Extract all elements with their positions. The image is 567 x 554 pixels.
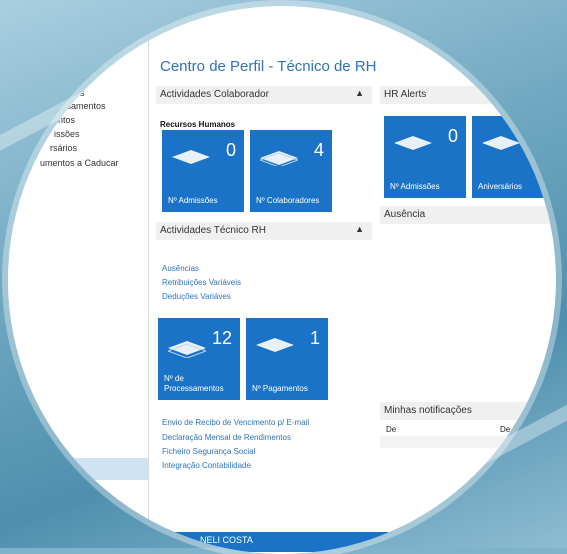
tile-label-line1: Nº de bbox=[164, 374, 184, 383]
nav-item[interactable]: ssamentos bbox=[62, 101, 106, 111]
layer-icon bbox=[172, 150, 210, 164]
link-contabilidade[interactable]: Integração Contabilidade bbox=[162, 461, 251, 470]
column-header-de[interactable]: De bbox=[500, 425, 510, 434]
layers-icon bbox=[260, 151, 298, 166]
section-actividades-tecnico[interactable]: Actividades Técnico RH ▲ bbox=[156, 222, 372, 240]
page-title: Centro de Perfil - Técnico de RH bbox=[160, 58, 377, 75]
tile-label-line2: Processamentos bbox=[164, 384, 224, 393]
table-row bbox=[380, 436, 556, 448]
user-name: NELI COSTA bbox=[200, 535, 253, 545]
nav-item[interactable]: umentos a Caducar bbox=[40, 158, 119, 168]
tile-pagamentos[interactable]: 1 Nº Pagamentos bbox=[246, 318, 328, 400]
subheader: Recursos Humanos bbox=[160, 120, 236, 129]
layer-icon bbox=[394, 136, 432, 150]
tile-alert-aniversarios[interactable]: Aniversários bbox=[472, 116, 554, 198]
section-title: Actividades Técnico RH bbox=[160, 225, 266, 236]
tile-processamentos[interactable]: 12 Nº de Processamentos bbox=[158, 318, 240, 400]
tile-label: Nº de Processamentos bbox=[164, 374, 224, 394]
link-ausencias[interactable]: Ausências bbox=[162, 264, 199, 273]
tile-alert-admissoes[interactable]: 0 Nº Admissões bbox=[384, 116, 466, 198]
section-notificacoes[interactable]: Minhas notificações bbox=[380, 402, 556, 420]
section-title: Minhas notificações bbox=[384, 405, 472, 416]
tile-label: Nº Pagamentos bbox=[252, 384, 308, 393]
tile-value: 12 bbox=[211, 328, 232, 348]
column-header-de[interactable]: De bbox=[386, 425, 396, 434]
tile-label: Nº Admissões bbox=[390, 182, 440, 191]
layer-icon bbox=[482, 136, 520, 150]
section-hr-alerts[interactable]: HR Alerts bbox=[380, 86, 556, 104]
link-envio-recibo[interactable]: Envio de Recibo de Vencimento p/ E-mail bbox=[162, 418, 309, 427]
section-title: HR Alerts bbox=[384, 89, 427, 100]
magnifier-circle: s ssamentos ntos issões rsários umentos … bbox=[8, 6, 556, 554]
stack-icon bbox=[168, 341, 206, 358]
link-declaracao[interactable]: Declaração Mensal de Rendimentos bbox=[162, 433, 291, 442]
section-ausencia[interactable]: Ausência bbox=[380, 206, 556, 224]
link-retribuicoes[interactable]: Retribuições Variáveis bbox=[162, 278, 241, 287]
tile-label: Nº Admissões bbox=[168, 196, 218, 205]
nav-item[interactable]: ntos bbox=[58, 115, 75, 125]
tile-value: 0 bbox=[225, 140, 236, 160]
left-nav: s ssamentos ntos issões rsários umentos … bbox=[8, 6, 149, 548]
tile-label: Nº Colaboradores bbox=[256, 196, 320, 205]
tile-value: 0 bbox=[447, 126, 458, 146]
tile-label: Aniversários bbox=[478, 182, 523, 191]
section-title: Ausência bbox=[384, 209, 426, 220]
tile-value: 4 bbox=[313, 140, 324, 160]
nav-item[interactable]: s bbox=[80, 88, 85, 98]
collapse-icon[interactable]: ▲ bbox=[355, 224, 364, 234]
link-deducoes[interactable]: Deduções Variáves bbox=[162, 292, 231, 301]
nav-item[interactable]: issões bbox=[54, 129, 80, 139]
layer-icon bbox=[256, 338, 294, 352]
link-seguranca-social[interactable]: Ficheiro Segurança Social bbox=[162, 447, 255, 456]
section-actividades-colaborador[interactable]: Actividades Colaborador ▲ bbox=[156, 86, 372, 104]
tile-colaboradores[interactable]: 4 Nº Colaboradores bbox=[250, 130, 332, 212]
tile-admissoes[interactable]: 0 Nº Admissões bbox=[162, 130, 244, 212]
bottom-user-bar: NELI COSTA bbox=[160, 532, 390, 552]
section-title: Actividades Colaborador bbox=[160, 89, 269, 100]
tile-value: 1 bbox=[309, 328, 320, 348]
collapse-icon[interactable]: ▲ bbox=[355, 88, 364, 98]
nav-item[interactable]: rsários bbox=[50, 143, 77, 153]
nav-selected-row[interactable] bbox=[8, 458, 148, 480]
